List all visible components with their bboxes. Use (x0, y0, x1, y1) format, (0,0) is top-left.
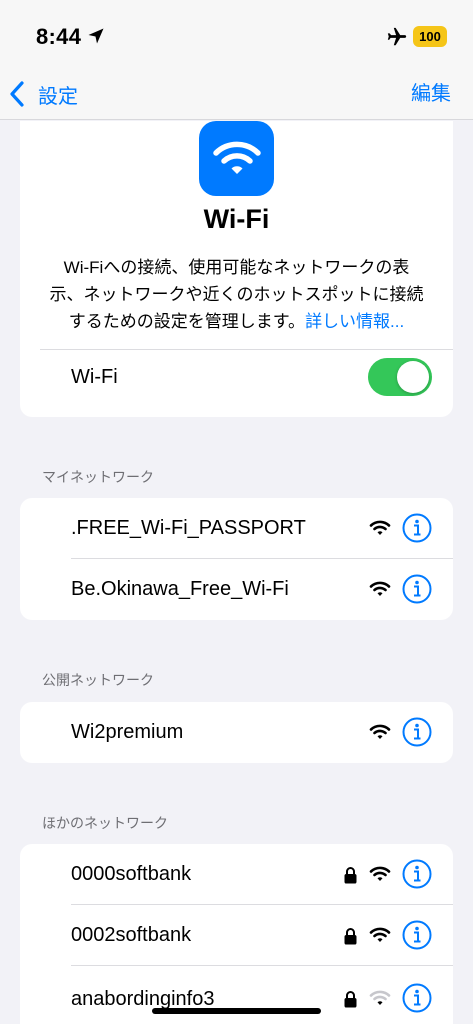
back-button-label: 設定 (38, 85, 78, 108)
wifi-signal-icon (369, 927, 391, 942)
wifi-signal-icon (369, 724, 391, 739)
wifi-signal-weak-icon (369, 990, 391, 1005)
network-row[interactable]: Wi2premium (20, 702, 453, 763)
wifi-toggle-switch[interactable] (368, 358, 432, 396)
wifi-icon (212, 141, 261, 174)
info-icon[interactable] (402, 983, 432, 1013)
page-title: Wi-Fi (203, 204, 270, 234)
airplane-icon (387, 27, 407, 46)
wifi-signal-icon (369, 520, 391, 535)
info-icon[interactable] (402, 920, 432, 950)
network-row[interactable]: .FREE_Wi-Fi_PASSPORT (20, 498, 453, 559)
network-name: .FREE_Wi-Fi_PASSPORT (71, 517, 306, 539)
info-icon[interactable] (402, 859, 432, 889)
network-name: Be.Okinawa_Free_Wi-Fi (71, 578, 289, 600)
lock-icon (344, 867, 357, 884)
other-networks-list: 0000softbank 0002softbank anabordinginfo… (20, 844, 453, 1024)
navigation-bar: 設定 編集 (0, 72, 473, 120)
status-time: 8:44 (36, 24, 82, 49)
wifi-signal-icon (369, 581, 391, 596)
location-arrow-icon (88, 28, 104, 44)
battery-indicator: 100 (413, 26, 447, 47)
edit-button[interactable]: 編集 (411, 76, 451, 112)
wifi-info-card: Wi-Fi Wi-Fiへの接続、使用可能なネットワークの表示、ネットワークや近く… (20, 121, 453, 417)
status-bar: 8:44 100 (0, 0, 473, 72)
lock-icon (344, 928, 357, 945)
info-icon[interactable] (402, 717, 432, 747)
wifi-toggle-label: Wi-Fi (71, 366, 118, 388)
wifi-app-icon (199, 121, 274, 196)
toggle-knob (397, 361, 429, 393)
wifi-signal-icon (369, 866, 391, 881)
wifi-toggle-row: Wi-Fi (20, 349, 453, 407)
network-row[interactable]: Be.Okinawa_Free_Wi-Fi (20, 559, 453, 620)
wifi-description: Wi-Fiへの接続、使用可能なネットワークの表示、ネットワークや近くのホットスポ… (48, 254, 425, 335)
section-header-public-networks: 公開ネットワーク (42, 672, 154, 688)
chevron-left-icon (10, 81, 24, 107)
lock-icon (344, 991, 357, 1008)
section-header-other-networks: ほかのネットワーク (42, 815, 168, 831)
home-indicator[interactable] (152, 1008, 321, 1014)
back-button[interactable]: 設定 (8, 76, 78, 112)
network-name: 0002softbank (71, 924, 192, 946)
info-icon[interactable] (402, 574, 432, 604)
my-networks-list: .FREE_Wi-Fi_PASSPORT Be.Okinawa_Free_Wi-… (20, 498, 453, 620)
wifi-settings-content[interactable]: Wi-Fi Wi-Fiへの接続、使用可能なネットワークの表示、ネットワークや近く… (0, 121, 473, 1024)
network-row[interactable]: 0002softbank (20, 905, 453, 966)
section-header-my-networks: マイネットワーク (42, 469, 154, 485)
network-name: Wi2premium (71, 721, 184, 743)
public-networks-list: Wi2premium (20, 702, 453, 763)
network-row[interactable]: 0000softbank (20, 844, 453, 905)
info-icon[interactable] (402, 513, 432, 543)
network-row[interactable]: anabordinginfo3 (20, 966, 453, 1024)
learn-more-link[interactable]: 詳しい情報... (305, 312, 404, 331)
network-name: 0000softbank (71, 863, 192, 885)
